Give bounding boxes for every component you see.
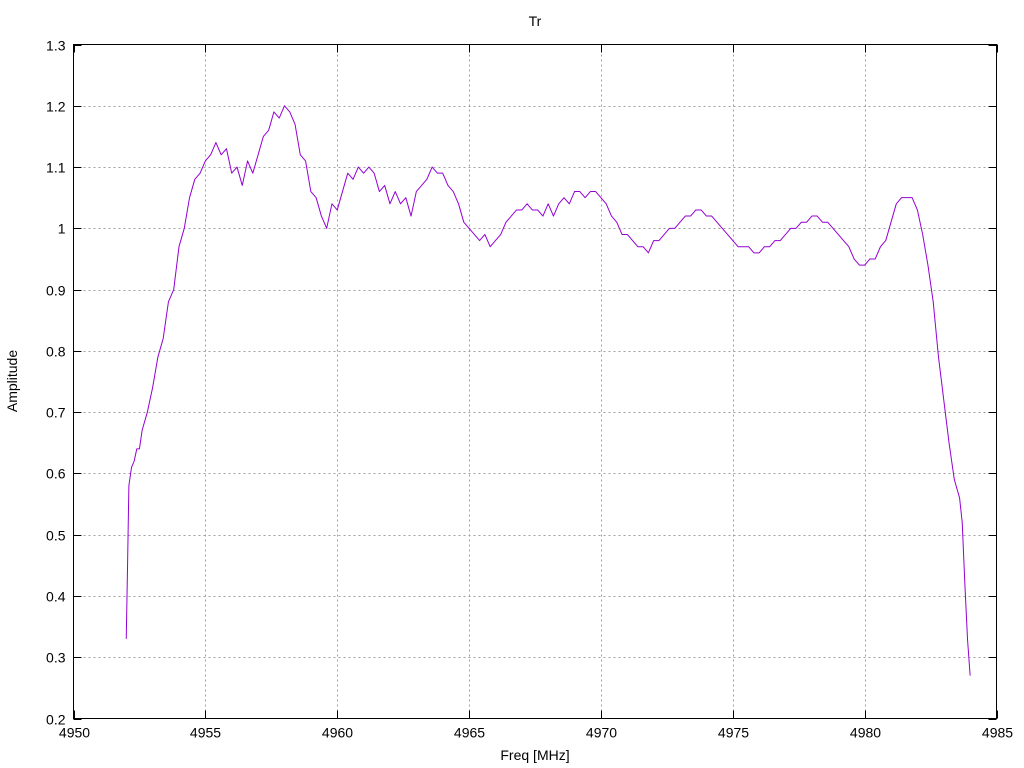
chart-title: Tr bbox=[529, 13, 542, 29]
y-tick-label: 0.3 bbox=[46, 650, 66, 666]
x-axis-label: Freq [MHz] bbox=[500, 747, 569, 763]
y-tick-label: 0.5 bbox=[46, 528, 66, 544]
y-tick-label: 0.7 bbox=[46, 405, 66, 421]
x-tick-label: 4955 bbox=[190, 725, 221, 741]
y-tick-label: 1 bbox=[58, 221, 66, 237]
x-tick-label: 4975 bbox=[718, 725, 749, 741]
y-tick-label: 0.2 bbox=[46, 712, 66, 728]
x-tick-label: 4985 bbox=[982, 725, 1013, 741]
y-tick-label: 0.4 bbox=[46, 589, 66, 605]
y-tick-label: 1.3 bbox=[46, 38, 66, 54]
y-tick-label: 0.9 bbox=[46, 283, 66, 299]
y-tick-label: 0.8 bbox=[46, 344, 66, 360]
x-tick-label: 4980 bbox=[850, 725, 881, 741]
x-tick-label: 4965 bbox=[454, 725, 485, 741]
x-tick-label: 4960 bbox=[322, 725, 353, 741]
y-tick-label: 1.1 bbox=[46, 160, 66, 176]
chart-svg: 4950 4955 4960 4965 4970 4975 4980 4985 0.20.30… bbox=[0, 0, 1024, 768]
y-tick-label: 1.2 bbox=[46, 99, 66, 115]
x-tick-label: 4970 bbox=[586, 725, 617, 741]
y-tick-label: 0.6 bbox=[46, 466, 66, 482]
y-axis-label: Amplitude bbox=[4, 350, 20, 412]
